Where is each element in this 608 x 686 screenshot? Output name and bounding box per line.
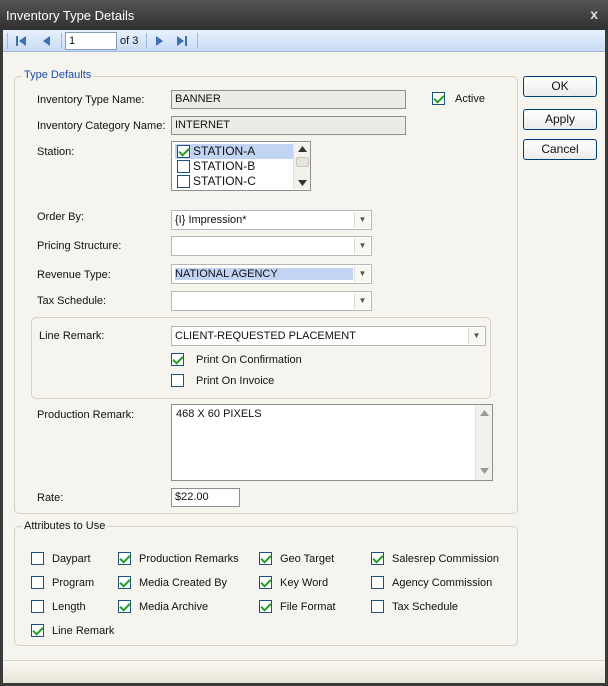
tax-schedule-label: Tax Schedule: (37, 295, 107, 307)
apply-button[interactable]: Apply (523, 109, 597, 130)
daypart-checkbox[interactable] (31, 552, 44, 565)
program-checkbox[interactable] (31, 576, 44, 589)
type-defaults-legend: Type Defaults (22, 69, 94, 81)
active-checkbox[interactable] (432, 92, 445, 105)
salesrep-commission-label: Salesrep Commission (392, 553, 499, 565)
title-bar[interactable]: Inventory Type Details x (0, 0, 608, 30)
inventory-type-name-label: Inventory Type Name: (37, 94, 145, 106)
station-a-label: STATION-A (193, 144, 256, 158)
chevron-down-icon[interactable]: ▼ (468, 328, 484, 344)
length-checkbox[interactable] (31, 600, 44, 613)
tax-schedule-attr-checkbox[interactable] (371, 600, 384, 613)
tax-schedule-dropdown[interactable]: ▼ (171, 291, 372, 311)
revenue-type-label: Revenue Type: (37, 269, 111, 281)
salesrep-commission-checkbox[interactable] (371, 552, 384, 565)
revenue-type-value: NATIONAL AGENCY (175, 268, 353, 280)
media-archive-checkbox[interactable] (118, 600, 131, 613)
key-word-label: Key Word (280, 577, 329, 589)
station-listbox[interactable]: STATION-A STATION-B STATION-C (171, 141, 311, 191)
chevron-down-icon[interactable]: ▼ (354, 212, 370, 228)
print-on-invoice-checkbox[interactable] (171, 374, 184, 387)
separator (197, 33, 198, 49)
first-record-icon[interactable] (13, 33, 29, 49)
previous-record-icon[interactable] (39, 33, 55, 49)
media-created-by-label: Media Created By (139, 577, 228, 589)
station-item-a[interactable]: STATION-A (175, 144, 293, 159)
order-by-dropdown[interactable]: {I} Impression* ▼ (171, 210, 372, 230)
agency-commission-checkbox[interactable] (371, 576, 384, 589)
scroll-up-icon[interactable] (297, 145, 308, 153)
scroll-up-icon[interactable] (479, 409, 490, 417)
line-remark-value: CLIENT-REQUESTED PLACEMENT (175, 330, 356, 342)
close-icon[interactable]: x (590, 6, 598, 22)
print-on-invoice-label: Print On Invoice (196, 375, 275, 387)
dialog-client: 1 of 3 Type Defaults Inventory Type Name… (3, 30, 605, 683)
pricing-structure-label: Pricing Structure: (37, 240, 122, 252)
line-remark-dropdown[interactable]: CLIENT-REQUESTED PLACEMENT ▼ (171, 326, 486, 346)
station-label: Station: (37, 146, 75, 158)
inventory-category-field[interactable]: INTERNET (171, 116, 406, 135)
revenue-type-dropdown[interactable]: NATIONAL AGENCY ▼ (171, 264, 372, 284)
station-c-checkbox[interactable] (177, 175, 190, 188)
chevron-down-icon[interactable]: ▼ (354, 266, 370, 282)
agency-commission-label: Agency Commission (392, 577, 493, 589)
chevron-down-icon[interactable]: ▼ (354, 238, 370, 254)
length-label: Length (52, 601, 86, 613)
geo-target-checkbox[interactable] (259, 552, 272, 565)
pricing-structure-dropdown[interactable]: ▼ (171, 236, 372, 256)
station-item-c[interactable]: STATION-C (175, 174, 293, 189)
station-c-label: STATION-C (193, 174, 256, 188)
status-bar (3, 660, 605, 683)
chevron-down-icon[interactable]: ▼ (354, 293, 370, 309)
scroll-down-icon[interactable] (479, 467, 490, 475)
rate-field[interactable]: $22.00 (171, 488, 240, 507)
page-number-input[interactable]: 1 (65, 32, 117, 50)
scroll-thumb[interactable] (296, 157, 309, 167)
media-created-by-checkbox[interactable] (118, 576, 131, 589)
inventory-type-name-field[interactable]: BANNER (171, 90, 406, 109)
separator (61, 33, 62, 49)
geo-target-label: Geo Target (280, 553, 335, 565)
toolbar-grip (7, 33, 8, 49)
last-record-icon[interactable] (174, 33, 190, 49)
separator (146, 33, 147, 49)
program-label: Program (52, 577, 95, 589)
production-remark-value: 468 X 60 PIXELS (176, 408, 262, 420)
print-on-confirmation-checkbox[interactable] (171, 353, 184, 366)
rate-label: Rate: (37, 492, 64, 504)
station-scrollbar[interactable] (293, 143, 310, 189)
next-record-icon[interactable] (151, 33, 167, 49)
line-remark-label: Line Remark: (39, 330, 105, 342)
active-label: Active (455, 93, 485, 105)
daypart-label: Daypart (52, 553, 91, 565)
dialog-window: Inventory Type Details x 1 of 3 Type Def… (0, 0, 608, 686)
station-a-checkbox[interactable] (177, 145, 190, 158)
station-b-label: STATION-B (193, 159, 256, 173)
production-remark-scrollbar[interactable] (475, 405, 492, 480)
order-by-label: Order By: (37, 211, 85, 223)
attributes-legend: Attributes to Use (22, 520, 108, 532)
production-remark-label: Production Remark: (37, 409, 135, 421)
media-archive-label: Media Archive (139, 601, 209, 613)
window-title: Inventory Type Details (6, 8, 135, 23)
station-b-checkbox[interactable] (177, 160, 190, 173)
page-count-label: of 3 (120, 35, 139, 47)
record-navigator: 1 of 3 (3, 30, 605, 52)
cancel-button[interactable]: Cancel (523, 139, 597, 160)
key-word-checkbox[interactable] (259, 576, 272, 589)
order-by-value: {I} Impression* (175, 214, 247, 226)
ok-button[interactable]: OK (523, 76, 597, 97)
scroll-down-icon[interactable] (297, 179, 308, 187)
line-remark-attr-checkbox[interactable] (31, 624, 44, 637)
file-format-label: File Format (280, 601, 336, 613)
tax-schedule-attr-label: Tax Schedule (392, 601, 459, 613)
production-remarks-label: Production Remarks (139, 553, 239, 565)
file-format-checkbox[interactable] (259, 600, 272, 613)
production-remarks-checkbox[interactable] (118, 552, 131, 565)
print-on-confirmation-label: Print On Confirmation (196, 354, 302, 366)
station-item-b[interactable]: STATION-B (175, 159, 293, 174)
inventory-category-label: Inventory Category Name: (37, 120, 166, 132)
line-remark-attr-label: Line Remark (52, 625, 115, 637)
production-remark-textarea[interactable]: 468 X 60 PIXELS (171, 404, 493, 481)
